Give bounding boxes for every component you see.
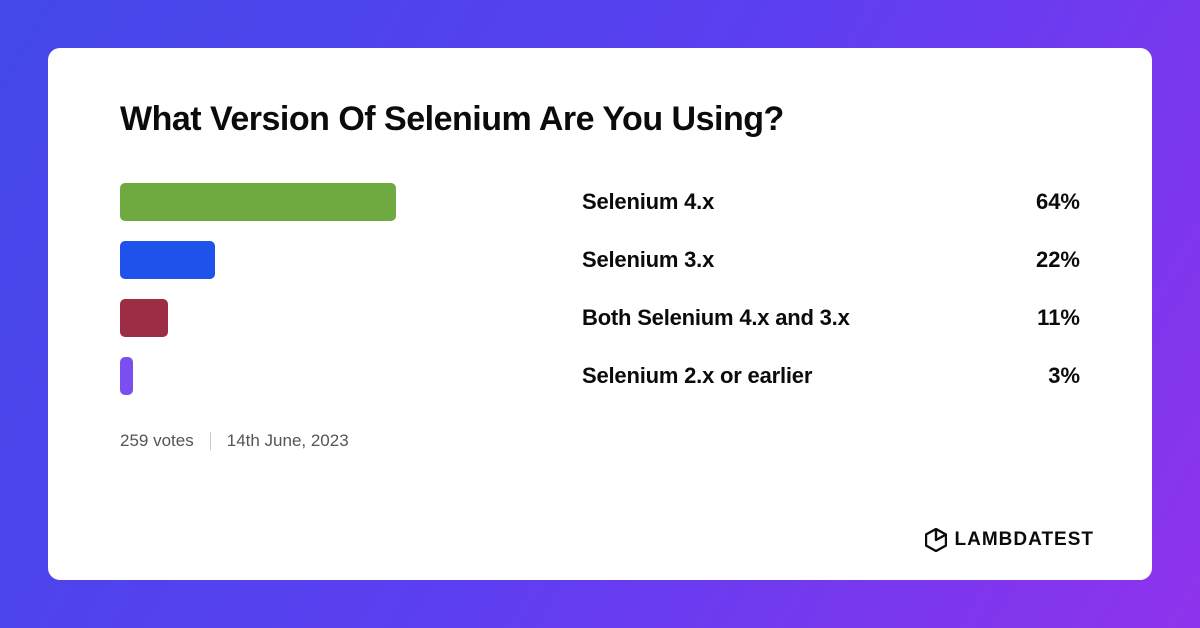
lambdatest-icon (925, 528, 947, 552)
bar-value: 64% (1000, 189, 1080, 215)
bar-track (120, 357, 552, 395)
bar-fill (120, 241, 215, 279)
bar-fill (120, 357, 133, 395)
bar-track (120, 183, 552, 221)
bar-track (120, 241, 552, 279)
bar-label: Selenium 3.x (582, 247, 1000, 273)
bar-value: 11% (1000, 305, 1080, 331)
bar-value: 3% (1000, 363, 1080, 389)
bar-label: Selenium 2.x or earlier (582, 363, 1000, 389)
poll-date: 14th June, 2023 (227, 431, 349, 451)
bar-label: Selenium 4.x (582, 189, 1000, 215)
brand-logo: LAMBDATEST (925, 528, 1094, 552)
brand-name: LAMBDATEST (955, 529, 1094, 551)
bar-row: Selenium 4.x 64% (120, 183, 1080, 221)
bar-fill (120, 183, 396, 221)
bar-row: Selenium 3.x 22% (120, 241, 1080, 279)
bar-fill (120, 299, 168, 337)
meta-separator (210, 432, 211, 450)
bar-row: Selenium 2.x or earlier 3% (120, 357, 1080, 395)
bar-track (120, 299, 552, 337)
chart-title: What Version Of Selenium Are You Using? (120, 100, 1080, 139)
poll-card: What Version Of Selenium Are You Using? … (48, 48, 1152, 580)
bar-label: Both Selenium 4.x and 3.x (582, 305, 1000, 331)
chart-rows: Selenium 4.x 64% Selenium 3.x 22% Both S… (120, 183, 1080, 395)
bar-value: 22% (1000, 247, 1080, 273)
chart-meta: 259 votes 14th June, 2023 (120, 431, 1080, 451)
bar-row: Both Selenium 4.x and 3.x 11% (120, 299, 1080, 337)
vote-count: 259 votes (120, 431, 194, 451)
